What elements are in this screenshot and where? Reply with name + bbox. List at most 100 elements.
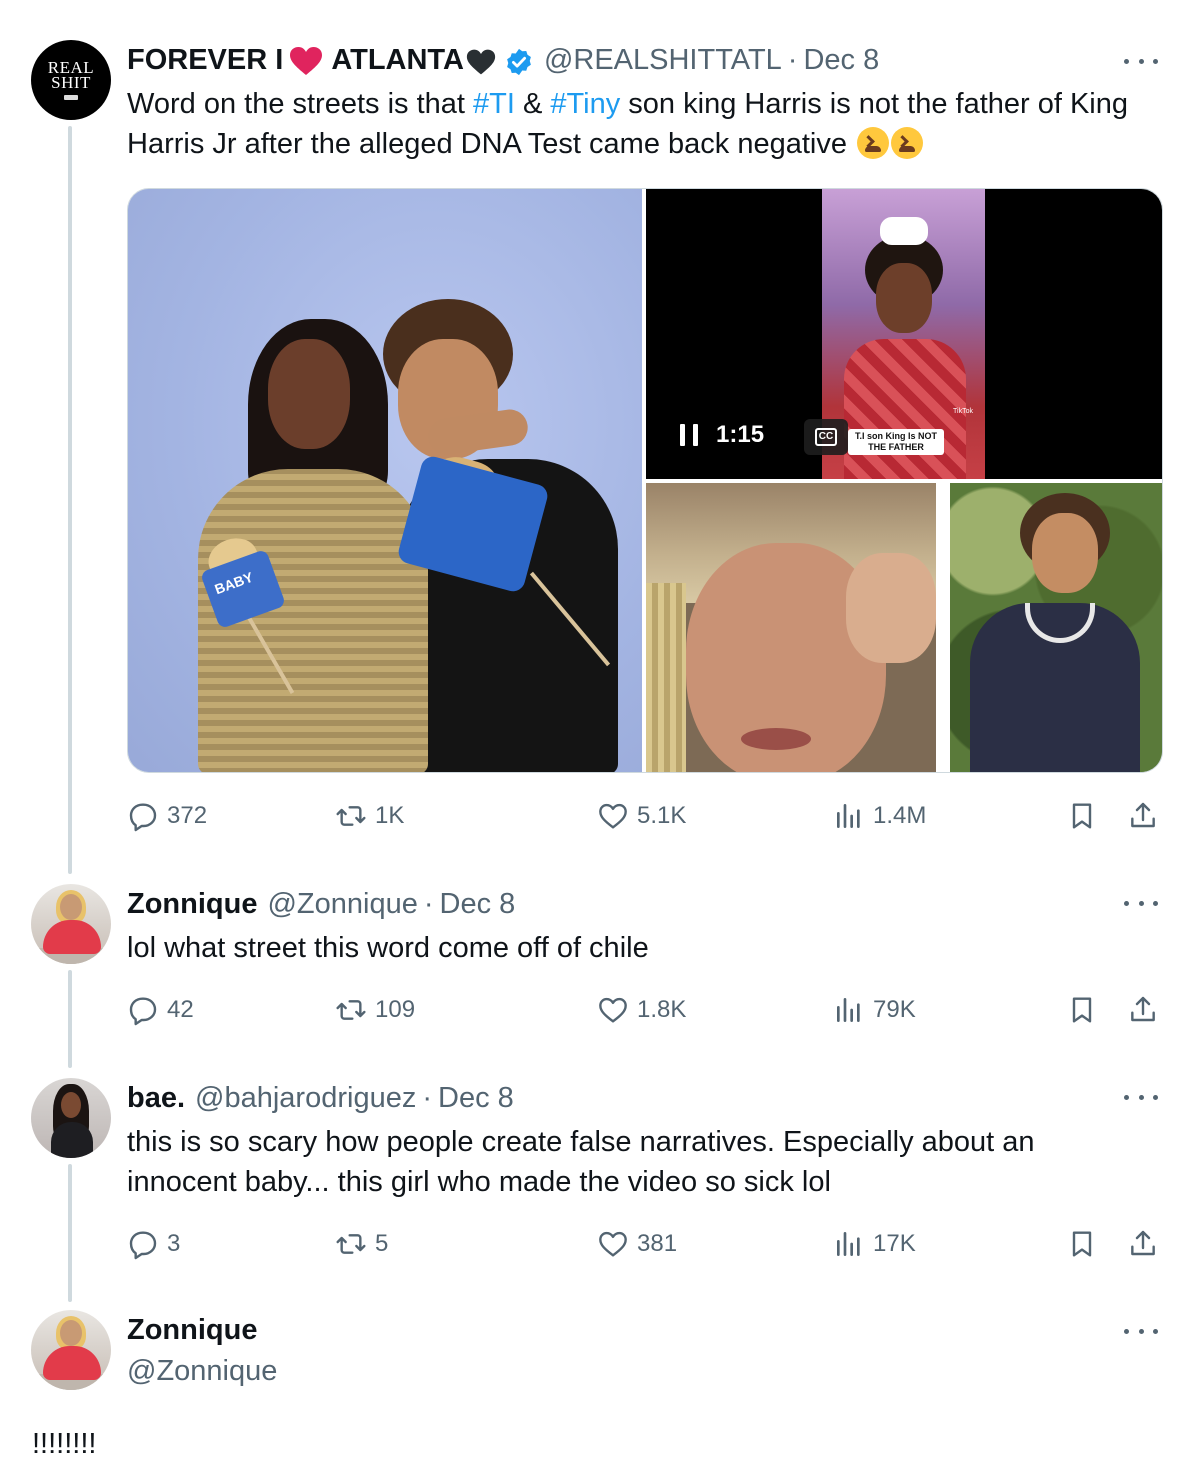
tweet-text: !!!!!!!! — [32, 1428, 97, 1460]
tweet-header: FOREVER I ATLANTA @REALSHITTATL · Dec 8 — [127, 42, 879, 78]
views-button[interactable]: 79K — [833, 994, 916, 1026]
reply-count: 3 — [167, 1230, 181, 1257]
share-icon[interactable] — [1127, 994, 1159, 1026]
timestamp[interactable]: Dec 8 — [438, 1080, 514, 1116]
tweet-text-part: Word on the streets is that — [127, 88, 474, 120]
avatar[interactable] — [31, 1078, 111, 1158]
display-name[interactable]: Zonnique — [127, 886, 257, 922]
heart-icon — [599, 997, 627, 1023]
more-options-icon[interactable] — [1124, 56, 1158, 66]
tweet-actions: 3 5 381 17K — [127, 1228, 1163, 1268]
avatar-logo-text: SHIT — [51, 73, 91, 92]
tweet-text: this is so scary how people create false… — [127, 1126, 1035, 1198]
reply-icon — [129, 1231, 157, 1260]
reply-icon — [129, 997, 157, 1026]
reply-button[interactable]: 372 — [127, 800, 207, 832]
video-caption-line: T.I son King Is NOT — [854, 431, 937, 441]
separator-dot: · — [423, 888, 434, 920]
reply-count: 372 — [167, 802, 208, 829]
bookmark-icon[interactable] — [1066, 994, 1098, 1026]
red-heart-icon — [290, 47, 323, 75]
tweet-text: lol what street this word come off of ch… — [127, 932, 649, 964]
video-player[interactable]: T.I son King Is NOT THE FATHER TikTok 1:… — [646, 189, 1162, 479]
tweet-text-part: & — [514, 88, 551, 120]
media-divider — [936, 483, 950, 772]
retweet-icon — [336, 806, 366, 826]
handle[interactable]: @bahjarodriguez — [195, 1080, 416, 1116]
avatar-logo-mark — [64, 95, 78, 100]
display-name[interactable]: Zonnique — [127, 1312, 257, 1348]
hashtag-link[interactable]: #Tiny — [550, 88, 620, 120]
like-button[interactable]: 381 — [597, 1228, 677, 1260]
heart-icon — [599, 803, 627, 829]
view-count: 79K — [873, 996, 916, 1023]
tired-face-emoji-icon — [891, 127, 924, 159]
retweet-icon — [336, 1000, 366, 1020]
like-count: 381 — [637, 1230, 678, 1257]
video-caption: T.I son King Is NOT THE FATHER — [848, 429, 944, 455]
display-name[interactable]: bae. — [127, 1080, 185, 1116]
video-caption-line: THE FATHER — [868, 442, 924, 452]
tweet-header: Zonnique @Zonnique · Dec 8 — [127, 886, 515, 922]
separator-dot: · — [422, 1082, 432, 1114]
reply-count: 42 — [167, 996, 194, 1023]
reply-button[interactable]: 42 — [127, 994, 194, 1026]
retweet-count: 109 — [375, 996, 416, 1023]
thread-line — [68, 970, 72, 1068]
views-button[interactable]: 17K — [833, 1228, 916, 1260]
bookmark-icon[interactable] — [1066, 1228, 1098, 1260]
views-button[interactable]: 1.4M — [833, 800, 926, 832]
retweet-button[interactable]: 5 — [335, 1228, 388, 1260]
pause-icon[interactable] — [680, 424, 698, 446]
like-button[interactable]: 5.1K — [597, 800, 686, 832]
retweet-button[interactable]: 109 — [335, 994, 415, 1026]
share-icon[interactable] — [1127, 1228, 1159, 1260]
more-options-icon[interactable] — [1124, 898, 1158, 908]
photo-outdoor[interactable] — [950, 483, 1162, 772]
tweet-header: bae. @bahjarodriguez · Dec 8 — [127, 1080, 514, 1116]
like-button[interactable]: 1.8K — [597, 994, 686, 1026]
separator-dot: · — [787, 44, 798, 76]
retweet-button[interactable]: 1K — [335, 800, 404, 832]
avatar[interactable] — [31, 884, 111, 964]
bookmark-icon[interactable] — [1066, 800, 1098, 832]
timestamp[interactable]: Dec 8 — [440, 886, 516, 922]
heart-icon — [599, 1231, 627, 1257]
retweet-icon — [336, 1234, 366, 1254]
tweet-actions: 372 1K 5.1K 1.4M — [127, 800, 1163, 840]
views-chart-icon — [837, 998, 860, 1022]
photo-selfie[interactable] — [646, 483, 936, 772]
views-chart-icon — [837, 1232, 860, 1256]
verified-badge-icon[interactable] — [504, 47, 534, 77]
thread-line — [68, 1164, 72, 1302]
handle[interactable]: @REALSHITTATL — [544, 42, 782, 78]
share-icon[interactable] — [1127, 800, 1159, 832]
more-options-icon[interactable] — [1124, 1326, 1158, 1336]
display-name[interactable]: FOREVER I — [127, 42, 283, 78]
display-name-suffix[interactable]: ATLANTA — [331, 42, 464, 78]
views-chart-icon — [837, 804, 860, 828]
hashtag-link[interactable]: #TI — [473, 88, 515, 120]
tweet-actions: 42 109 1.8K 79K — [127, 994, 1163, 1034]
thread-line — [68, 126, 72, 874]
more-options-icon[interactable] — [1124, 1092, 1158, 1102]
tiktok-watermark: TikTok — [953, 408, 973, 415]
reply-icon — [129, 803, 157, 832]
avatar[interactable]: REAL SHIT — [31, 40, 111, 120]
like-count: 5.1K — [637, 802, 687, 829]
retweet-count: 5 — [375, 1230, 389, 1257]
handle[interactable]: @Zonnique — [267, 886, 417, 922]
reply-button[interactable]: 3 — [127, 1228, 180, 1260]
tired-face-emoji-icon — [857, 127, 890, 159]
view-count: 1.4M — [873, 802, 927, 829]
view-count: 17K — [873, 1230, 916, 1257]
handle[interactable]: @Zonnique — [127, 1353, 277, 1389]
timestamp[interactable]: Dec 8 — [803, 42, 879, 78]
media-grid: BABY T.I son King Is NOT THE FATHER TikT… — [127, 188, 1163, 773]
photo-couple[interactable]: BABY — [128, 189, 642, 772]
retweet-count: 1K — [375, 802, 405, 829]
avatar[interactable] — [31, 1310, 111, 1390]
video-controls: 1:15 — [680, 421, 764, 449]
tweet-text: Word on the streets is that #TI & #Tiny … — [127, 84, 1157, 164]
closed-captions-button[interactable]: CC — [804, 419, 848, 455]
